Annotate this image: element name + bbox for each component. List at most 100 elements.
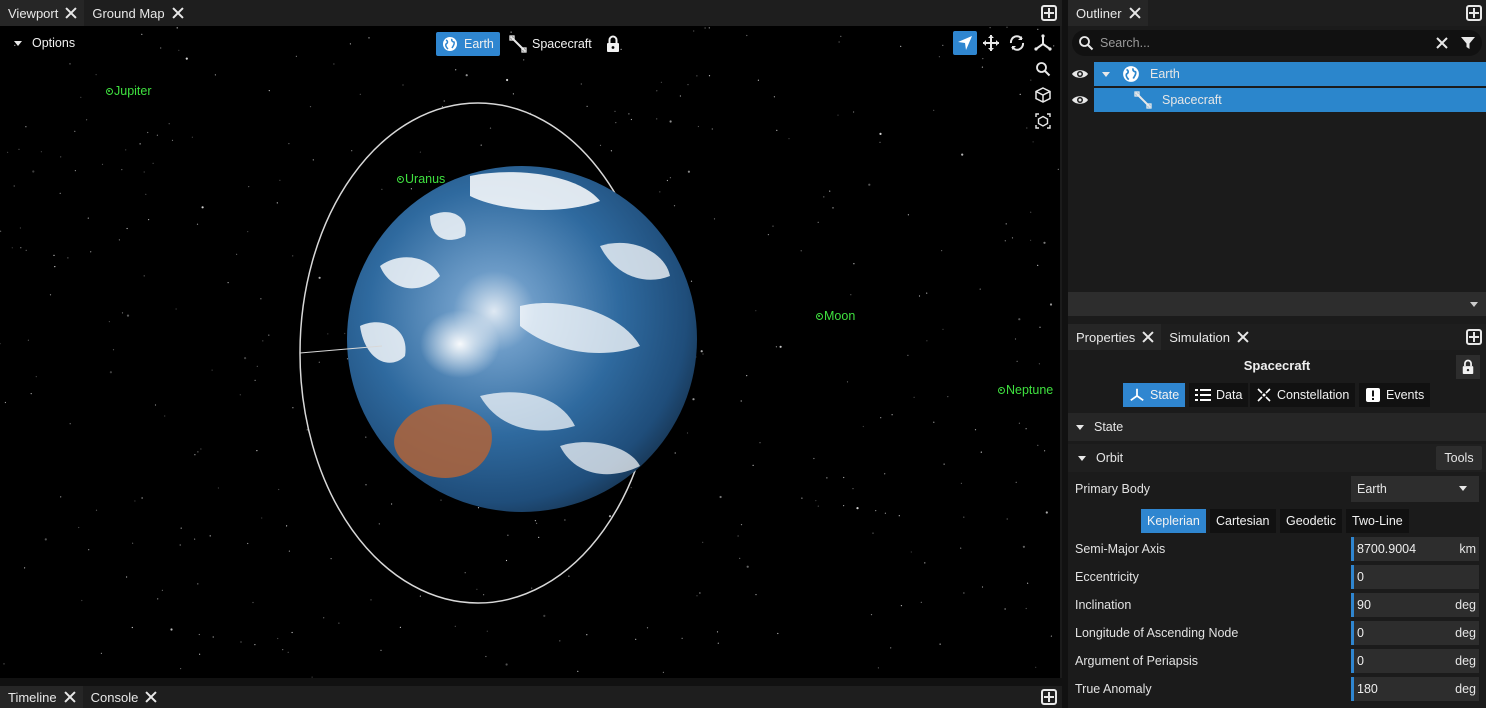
outliner-panel: Earth Spacecraft — [1068, 26, 1486, 316]
prop-tab-events[interactable]: Events — [1359, 383, 1431, 407]
outliner-item-spacecraft[interactable]: Spacecraft — [1094, 88, 1486, 112]
close-icon[interactable] — [1236, 330, 1250, 344]
tab-timeline[interactable]: Timeline — [0, 686, 83, 708]
close-icon[interactable] — [171, 6, 185, 20]
outliner-footer[interactable] — [1068, 292, 1486, 316]
star — [44, 538, 47, 541]
chevron-down-icon[interactable] — [1102, 71, 1110, 77]
star — [884, 512, 887, 514]
star — [368, 37, 370, 39]
planet-label-uranus[interactable]: Uranus — [397, 172, 445, 186]
prop-tab-data[interactable]: Data — [1189, 383, 1249, 407]
mode-cartesian[interactable]: Cartesian — [1210, 509, 1276, 533]
star — [191, 136, 193, 138]
tab-simulation[interactable]: Simulation — [1161, 324, 1256, 350]
tab-properties[interactable]: Properties — [1068, 324, 1162, 350]
orbit-section-header[interactable]: Orbit — [1068, 444, 1486, 472]
state-section-header[interactable]: State — [1068, 413, 1486, 441]
star — [740, 400, 742, 402]
outliner-search[interactable] — [1072, 30, 1482, 56]
mode-keplerian[interactable]: Keplerian — [1141, 509, 1206, 533]
star — [708, 27, 710, 29]
add-panel-icon[interactable] — [1041, 5, 1057, 21]
star — [157, 598, 159, 600]
star — [1030, 239, 1032, 241]
close-icon[interactable] — [1141, 330, 1155, 344]
move-button[interactable] — [979, 31, 1003, 55]
focus-spacecraft-label: Spacecraft — [532, 37, 592, 51]
visibility-eye-icon[interactable] — [1071, 68, 1089, 80]
planet-label-moon[interactable]: Moon — [816, 309, 855, 323]
chevron-down-icon[interactable] — [1470, 302, 1478, 307]
options-menu[interactable]: Options — [14, 36, 75, 50]
star — [0, 343, 1, 345]
longitude-ascending-node-field[interactable]: 0 deg — [1351, 621, 1479, 645]
add-panel-icon[interactable] — [1466, 5, 1482, 21]
focus-earth-button[interactable]: Earth — [436, 32, 500, 56]
star — [126, 314, 130, 317]
rotate-button[interactable] — [1005, 31, 1029, 55]
semi-major-axis-field[interactable]: 8700.9004 km — [1351, 537, 1479, 561]
star — [512, 93, 515, 95]
tab-outliner[interactable]: Outliner — [1068, 0, 1148, 26]
cube-button[interactable] — [1031, 83, 1055, 107]
tab-console[interactable]: Console — [83, 686, 165, 708]
mode-geodetic[interactable]: Geodetic — [1280, 509, 1343, 533]
lock-button[interactable] — [1456, 355, 1480, 379]
zoom-button[interactable] — [1031, 57, 1055, 81]
visibility-eye-icon[interactable] — [1071, 94, 1089, 106]
star — [702, 353, 704, 355]
close-icon[interactable] — [144, 690, 158, 704]
star — [126, 576, 128, 578]
true-anomaly-field[interactable]: 180 deg — [1351, 677, 1479, 701]
star — [920, 601, 922, 603]
locate-button[interactable] — [953, 31, 977, 55]
object-name: Spacecraft — [1243, 358, 1311, 373]
close-icon[interactable] — [1128, 6, 1142, 20]
chevron-down-icon — [1078, 455, 1086, 461]
add-panel-icon[interactable] — [1041, 689, 1057, 705]
mode-two-line[interactable]: Two-Line — [1346, 509, 1409, 533]
star — [837, 114, 839, 116]
star — [580, 83, 582, 85]
close-icon[interactable] — [64, 6, 78, 20]
events-icon — [1366, 388, 1380, 402]
axes-button[interactable] — [1031, 31, 1055, 55]
zoom-icon — [1036, 62, 1051, 77]
clear-icon[interactable] — [1435, 36, 1449, 50]
horizontal-splitter[interactable] — [0, 678, 1062, 686]
star — [506, 78, 509, 82]
prop-tab-constellation[interactable]: Constellation — [1250, 383, 1356, 407]
tab-ground-map[interactable]: Ground Map — [84, 0, 190, 26]
lock-icon[interactable] — [605, 35, 621, 53]
close-icon[interactable] — [63, 690, 77, 704]
star — [126, 227, 128, 230]
search-input[interactable] — [1100, 36, 1420, 50]
inclination-field[interactable]: 90 deg — [1351, 593, 1479, 617]
star — [252, 601, 254, 604]
tab-viewport[interactable]: Viewport — [0, 0, 85, 26]
star — [60, 156, 62, 158]
viewport-3d[interactable]: Options Earth Spacecraft Jupiter Uranus … — [0, 26, 1060, 678]
outliner-item-earth[interactable]: Earth — [1094, 62, 1486, 86]
prop-tab-label: Data — [1216, 388, 1243, 402]
primary-body-select[interactable]: Earth — [1351, 476, 1479, 502]
star — [1019, 93, 1021, 95]
argument-periapsis-field[interactable]: 0 deg — [1351, 649, 1479, 673]
eccentricity-field[interactable]: 0 — [1351, 565, 1479, 589]
view-cube-button[interactable] — [1031, 109, 1055, 133]
planet-label-jupiter[interactable]: Jupiter — [106, 84, 152, 98]
tools-button[interactable]: Tools — [1436, 446, 1482, 470]
star — [1006, 26, 1008, 28]
earth-globe[interactable] — [347, 166, 697, 512]
filter-icon[interactable] — [1460, 35, 1476, 51]
prop-tab-state[interactable]: State — [1123, 383, 1186, 407]
star — [160, 47, 162, 49]
add-panel-icon[interactable] — [1466, 329, 1482, 345]
star — [767, 234, 770, 236]
planet-label-neptune[interactable]: Neptune — [998, 383, 1053, 397]
star — [900, 45, 902, 47]
star — [391, 503, 393, 505]
tab-label: Ground Map — [92, 5, 165, 21]
focus-spacecraft-button[interactable]: Spacecraft — [503, 32, 598, 56]
